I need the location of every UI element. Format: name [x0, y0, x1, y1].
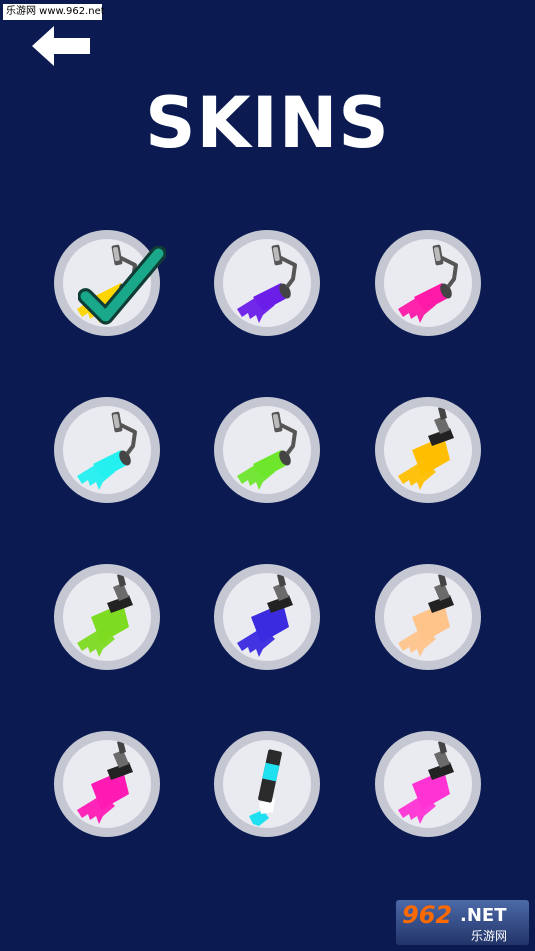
- paint-brush-icon: [77, 573, 133, 657]
- skin-slot-inner: [63, 573, 151, 661]
- skin-slot-inner: [384, 740, 472, 828]
- paint-brush-icon: [237, 573, 293, 657]
- skin-slot-6[interactable]: [375, 397, 481, 503]
- skin-slot-inner: [384, 573, 472, 661]
- skin-slot-12[interactable]: [375, 731, 481, 837]
- skin-slot-inner: [223, 406, 311, 494]
- paint-roller-icon: [77, 411, 137, 490]
- skin-slot-inner: [223, 573, 311, 661]
- watermark-brand: 962: [402, 901, 453, 929]
- paint-tube-icon: [249, 749, 282, 826]
- skin-slot-inner: [63, 740, 151, 828]
- skin-slot-9[interactable]: [375, 564, 481, 670]
- skin-slot-8[interactable]: [214, 564, 320, 670]
- skin-slot-inner: [223, 239, 311, 327]
- watermark-sub: 乐游网: [471, 929, 508, 943]
- paint-roller-icon: [398, 244, 458, 323]
- skin-slot-7[interactable]: [54, 564, 160, 670]
- skin-slot-3[interactable]: [375, 230, 481, 336]
- skin-slot-inner: [384, 406, 472, 494]
- back-button[interactable]: [30, 24, 92, 68]
- skin-slot-inner: [384, 239, 472, 327]
- skin-slot-4[interactable]: [54, 397, 160, 503]
- paint-brush-icon: [398, 740, 454, 824]
- skin-slot-inner: [63, 406, 151, 494]
- skin-slot-10[interactable]: [54, 731, 160, 837]
- skin-slot-11[interactable]: [214, 731, 320, 837]
- paint-brush-icon: [77, 740, 133, 824]
- paint-roller-icon: [237, 244, 297, 323]
- paint-brush-icon: [398, 406, 454, 490]
- arrow-left-icon: [32, 26, 90, 66]
- skin-slot-1[interactable]: [54, 230, 166, 336]
- watermark-top: 乐游网 www.962.net: [3, 4, 105, 20]
- skin-slot-5[interactable]: [214, 397, 320, 503]
- paint-roller-icon: [237, 411, 297, 490]
- watermark-net: .NET: [460, 905, 507, 926]
- paint-brush-icon: [398, 573, 454, 657]
- skin-slot-inner: [223, 740, 311, 828]
- watermark-bottom: 962 .NET 乐游网: [396, 900, 529, 945]
- skin-slot-2[interactable]: [214, 230, 320, 336]
- checkmark-icon: [78, 246, 166, 325]
- page-title: SKINS: [145, 82, 390, 164]
